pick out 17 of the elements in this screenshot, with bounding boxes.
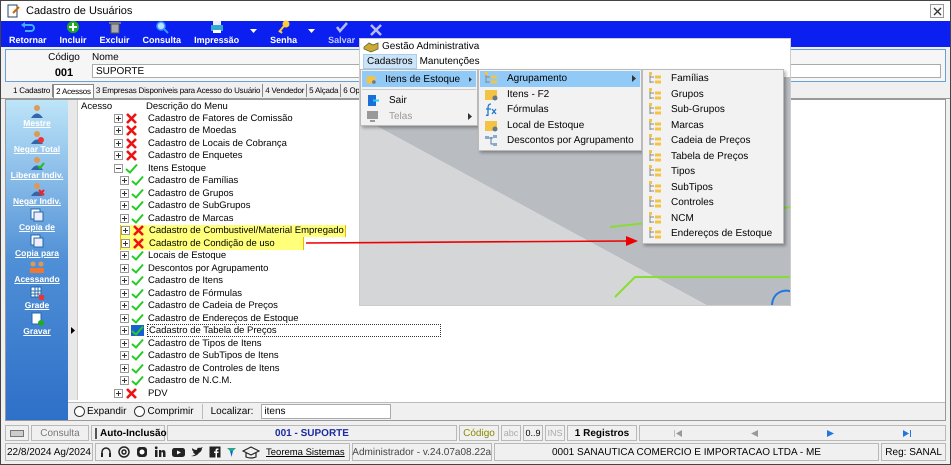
company-status: 0001 SANAUTICA COMERCIO E IMPORTACAO LTDA - ME <box>494 443 880 461</box>
version-status: Administrador - v.24.07a08.22a <box>352 443 492 461</box>
code-label: Código <box>48 52 80 63</box>
record-count: 1 Registros <box>567 425 637 441</box>
search-label: Localizar: <box>210 406 254 417</box>
field-status: Código <box>459 425 499 441</box>
user-status: 001 - SUPORTE <box>167 425 457 441</box>
mode-status: Consulta <box>31 425 89 441</box>
registration-status: Reg: SANAL <box>881 443 946 461</box>
window-title: Cadastro de Usuários <box>26 5 132 17</box>
name-label: Nome <box>92 52 119 63</box>
code-value: 001 <box>54 67 74 79</box>
key-indicator: INS <box>545 425 565 441</box>
app-title: Gestão Administrativa <box>382 41 480 52</box>
date-status: 22/8/2024 Ag/2024 <box>5 443 93 461</box>
key-indicator: abc <box>501 425 521 441</box>
key-indicator: 0..9 <box>523 425 543 441</box>
